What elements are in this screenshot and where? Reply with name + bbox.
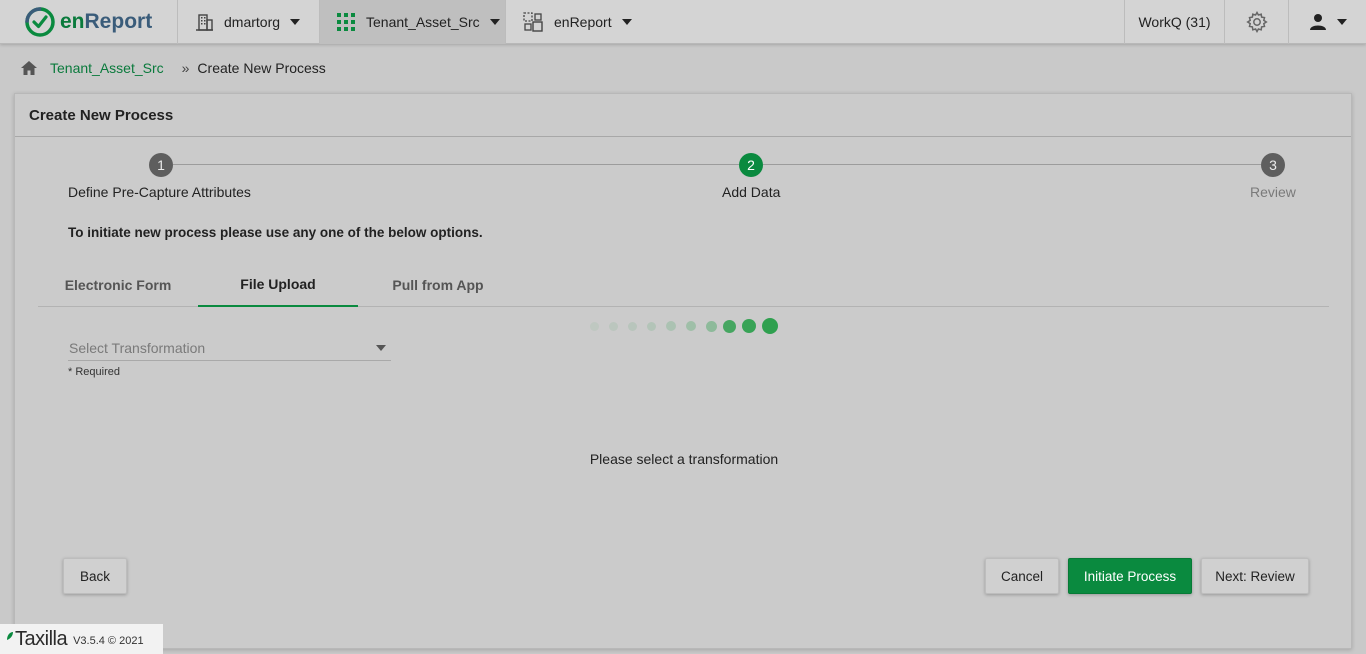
breadcrumb-separator: » xyxy=(181,60,190,76)
step-1-label: Define Pre-Capture Attributes xyxy=(68,184,251,200)
back-button[interactable]: Back xyxy=(63,558,127,594)
step-3-label: Review xyxy=(1250,184,1296,200)
enreport-logo-text: enReport xyxy=(60,10,153,33)
workspace-selector[interactable]: Tenant_Asset_Src xyxy=(319,0,505,44)
apps-grid-icon xyxy=(337,13,355,31)
user-icon xyxy=(1309,14,1326,30)
home-icon[interactable] xyxy=(20,60,38,76)
workspace-name: Tenant_Asset_Src xyxy=(366,14,480,30)
top-navigation-bar: enReport dmartorg Tenant_Asset_Src enRep… xyxy=(0,0,1366,44)
taxilla-leaf-icon xyxy=(7,632,13,640)
loader-dot xyxy=(609,321,618,331)
step-2-label: Add Data xyxy=(722,184,781,200)
chevron-down-icon xyxy=(489,19,500,25)
card-title: Create New Process xyxy=(15,94,1351,137)
tab-electronic-form[interactable]: Electronic Form xyxy=(38,262,198,307)
chevron-down-icon xyxy=(290,19,301,25)
empty-state-message: Please select a transformation xyxy=(589,451,779,467)
workq-link[interactable]: WorkQ (31) xyxy=(1124,0,1224,44)
version-text: V3.5.4 © 2021 xyxy=(73,635,144,647)
chevron-down-icon xyxy=(621,19,632,25)
building-icon xyxy=(196,14,213,31)
tab-file-upload[interactable]: File Upload xyxy=(198,262,358,307)
org-name: dmartorg xyxy=(224,14,281,30)
loader-dot xyxy=(742,319,756,333)
loader-dot xyxy=(686,321,696,331)
org-selector[interactable]: dmartorg xyxy=(177,0,319,44)
footer-branding: Taxilla V3.5.4 © 2021 xyxy=(0,624,163,654)
app-selector[interactable]: enReport xyxy=(505,0,647,44)
workq-label: WorkQ (31) xyxy=(1138,14,1211,30)
enreport-logo[interactable]: enReport xyxy=(24,6,152,38)
chevron-down-icon xyxy=(1336,19,1347,25)
transformation-select-placeholder: Select Transformation xyxy=(69,340,206,356)
taxilla-logo: Taxilla xyxy=(15,627,68,650)
required-note: * Required xyxy=(68,366,120,378)
stepper-connector xyxy=(763,164,1261,165)
tab-pull-from-app[interactable]: Pull from App xyxy=(358,262,518,307)
step-1-badge: 1 xyxy=(149,153,173,177)
loader-dot xyxy=(723,319,736,333)
data-source-tabs: Electronic Form File Upload Pull from Ap… xyxy=(38,262,1329,307)
breadcrumb-current: Create New Process xyxy=(197,60,326,76)
loader-dot xyxy=(647,321,656,331)
app-switch-icon xyxy=(523,12,543,32)
cancel-button[interactable]: Cancel xyxy=(985,558,1059,594)
step-2-badge: 2 xyxy=(739,153,763,177)
loading-indicator xyxy=(590,318,784,334)
gear-icon xyxy=(1245,10,1268,34)
loader-dot xyxy=(706,320,717,332)
loader-dot xyxy=(762,318,778,334)
breadcrumb: Tenant_Asset_Src » Create New Process xyxy=(20,58,326,78)
initiate-process-button[interactable]: Initiate Process xyxy=(1068,558,1192,594)
stepper-connector xyxy=(173,164,739,165)
create-process-card: Create New Process 1 Define Pre-Capture … xyxy=(14,93,1352,649)
chevron-down-icon xyxy=(376,345,386,351)
loader-dot xyxy=(628,321,637,331)
instruction-text: To initiate new process please use any o… xyxy=(68,225,483,240)
loader-dot xyxy=(666,321,676,331)
user-menu[interactable] xyxy=(1288,0,1366,44)
app-name: enReport xyxy=(554,14,612,30)
transformation-select[interactable]: Select Transformation xyxy=(68,336,391,361)
settings-button[interactable] xyxy=(1224,0,1288,44)
breadcrumb-workspace-link[interactable]: Tenant_Asset_Src xyxy=(50,60,164,76)
step-3-badge: 3 xyxy=(1261,153,1285,177)
next-review-button[interactable]: Next: Review xyxy=(1201,558,1309,594)
loader-dot xyxy=(590,321,599,331)
enreport-logo-icon xyxy=(25,7,55,37)
